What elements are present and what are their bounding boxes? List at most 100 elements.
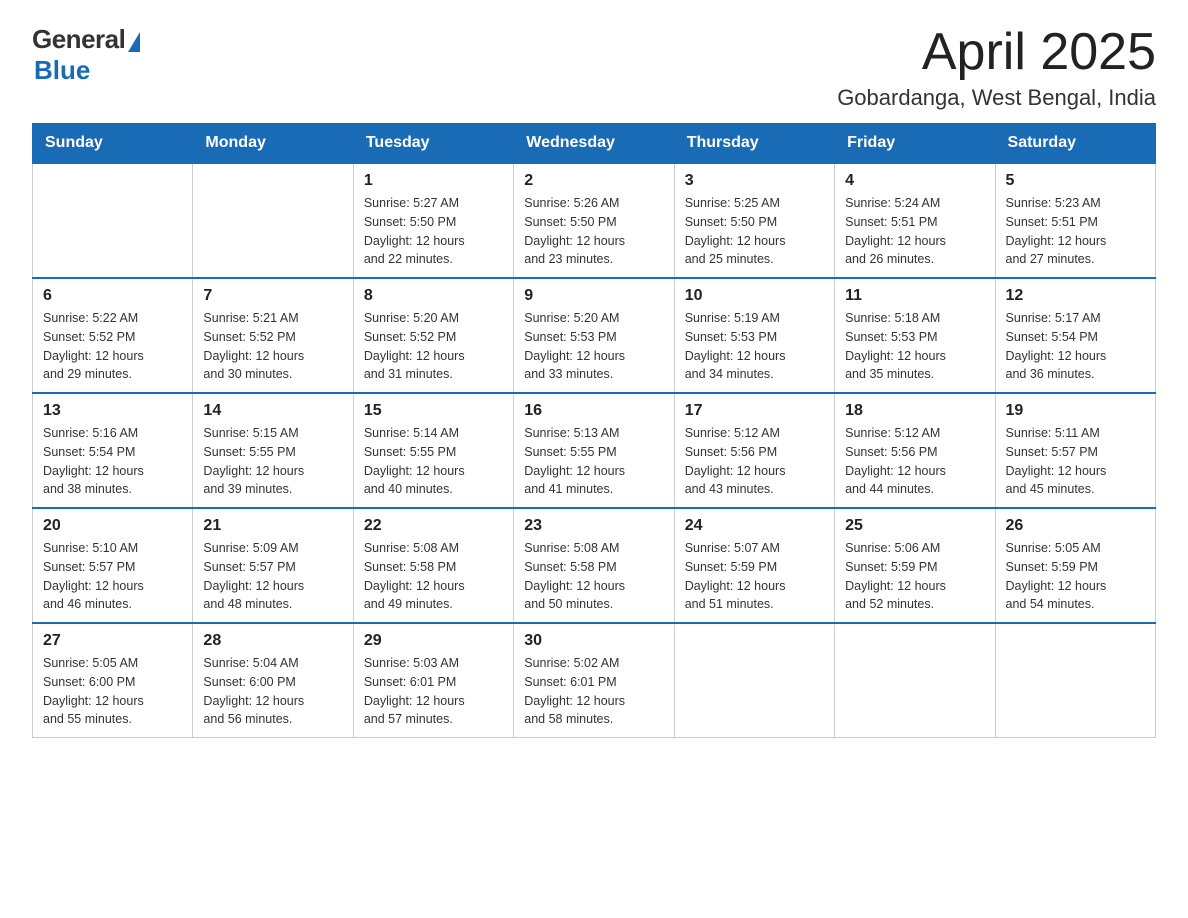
calendar-table: SundayMondayTuesdayWednesdayThursdayFrid… [32,123,1156,738]
day-number: 30 [524,632,663,650]
day-number: 24 [685,517,824,535]
calendar-cell: 30 Sunrise: 5:02 AM Sunset: 6:01 PM Dayli… [514,623,674,738]
calendar-header-wednesday: Wednesday [514,124,674,164]
day-info: Sunrise: 5:26 AM Sunset: 5:50 PM Dayligh… [524,194,663,269]
day-info: Sunrise: 5:25 AM Sunset: 5:50 PM Dayligh… [685,194,824,269]
day-info: Sunrise: 5:08 AM Sunset: 5:58 PM Dayligh… [524,539,663,614]
logo: General Blue [32,24,140,86]
calendar-cell [835,623,995,738]
calendar-header-friday: Friday [835,124,995,164]
day-info: Sunrise: 5:15 AM Sunset: 5:55 PM Dayligh… [203,424,342,499]
day-info: Sunrise: 5:02 AM Sunset: 6:01 PM Dayligh… [524,654,663,729]
calendar-cell: 28Sunrise: 5:04 AM Sunset: 6:00 PM Dayli… [193,623,353,738]
calendar-header-thursday: Thursday [674,124,834,164]
calendar-cell: 29 Sunrise: 5:03 AM Sunset: 6:01 PM Dayli… [353,623,513,738]
day-number: 8 [364,287,503,305]
day-info: Sunrise: 5:24 AM Sunset: 5:51 PM Dayligh… [845,194,984,269]
day-number: 25 [845,517,984,535]
calendar-cell: 26 Sunrise: 5:05 AM Sunset: 5:59 PM Dayli… [995,508,1155,623]
calendar-header-row: SundayMondayTuesdayWednesdayThursdayFrid… [33,124,1156,164]
calendar-cell [193,163,353,278]
calendar-week-row: 6 Sunrise: 5:22 AM Sunset: 5:52 PM Daylig… [33,278,1156,393]
logo-general-text: General [32,24,125,55]
day-info: Sunrise: 5:17 AM Sunset: 5:54 PM Dayligh… [1006,309,1145,384]
day-info: Sunrise: 5:21 AM Sunset: 5:52 PM Dayligh… [203,309,342,384]
logo-blue-text: Blue [34,55,90,86]
day-info: Sunrise: 5:11 AM Sunset: 5:57 PM Dayligh… [1006,424,1145,499]
calendar-cell: 24 Sunrise: 5:07 AM Sunset: 5:59 PM Dayli… [674,508,834,623]
calendar-cell: 6 Sunrise: 5:22 AM Sunset: 5:52 PM Daylig… [33,278,193,393]
calendar-cell [674,623,834,738]
day-info: Sunrise: 5:08 AM Sunset: 5:58 PM Dayligh… [364,539,503,614]
calendar-cell: 21 Sunrise: 5:09 AM Sunset: 5:57 PM Dayli… [193,508,353,623]
calendar-cell [995,623,1155,738]
day-info: Sunrise: 5:20 AM Sunset: 5:53 PM Dayligh… [524,309,663,384]
day-info: Sunrise: 5:27 AM Sunset: 5:50 PM Dayligh… [364,194,503,269]
day-number: 16 [524,402,663,420]
day-number: 29 [364,632,503,650]
day-info: Sunrise: 5:07 AM Sunset: 5:59 PM Dayligh… [685,539,824,614]
calendar-header-sunday: Sunday [33,124,193,164]
day-number: 2 [524,172,663,190]
day-number: 6 [43,287,182,305]
logo-triangle-icon [128,32,140,52]
day-info: Sunrise: 5:10 AM Sunset: 5:57 PM Dayligh… [43,539,182,614]
calendar-cell: 11Sunrise: 5:18 AM Sunset: 5:53 PM Dayli… [835,278,995,393]
calendar-cell: 2 Sunrise: 5:26 AM Sunset: 5:50 PM Daylig… [514,163,674,278]
day-number: 11 [845,287,984,305]
day-info: Sunrise: 5:20 AM Sunset: 5:52 PM Dayligh… [364,309,503,384]
day-info: Sunrise: 5:09 AM Sunset: 5:57 PM Dayligh… [203,539,342,614]
calendar-header-monday: Monday [193,124,353,164]
day-info: Sunrise: 5:22 AM Sunset: 5:52 PM Dayligh… [43,309,182,384]
day-number: 19 [1006,402,1145,420]
calendar-cell: 9Sunrise: 5:20 AM Sunset: 5:53 PM Daylig… [514,278,674,393]
calendar-cell: 18Sunrise: 5:12 AM Sunset: 5:56 PM Dayli… [835,393,995,508]
calendar-cell: 7 Sunrise: 5:21 AM Sunset: 5:52 PM Daylig… [193,278,353,393]
title-section: April 2025 Gobardanga, West Bengal, Indi… [837,24,1156,111]
day-number: 22 [364,517,503,535]
calendar-cell: 27 Sunrise: 5:05 AM Sunset: 6:00 PM Dayli… [33,623,193,738]
day-number: 15 [364,402,503,420]
calendar-cell: 20 Sunrise: 5:10 AM Sunset: 5:57 PM Dayli… [33,508,193,623]
day-number: 21 [203,517,342,535]
calendar-cell: 23 Sunrise: 5:08 AM Sunset: 5:58 PM Dayli… [514,508,674,623]
day-number: 27 [43,632,182,650]
calendar-cell: 25 Sunrise: 5:06 AM Sunset: 5:59 PM Dayli… [835,508,995,623]
day-info: Sunrise: 5:23 AM Sunset: 5:51 PM Dayligh… [1006,194,1145,269]
day-number: 18 [845,402,984,420]
day-number: 20 [43,517,182,535]
day-number: 4 [845,172,984,190]
calendar-cell: 5 Sunrise: 5:23 AM Sunset: 5:51 PM Daylig… [995,163,1155,278]
calendar-header-tuesday: Tuesday [353,124,513,164]
day-info: Sunrise: 5:13 AM Sunset: 5:55 PM Dayligh… [524,424,663,499]
page-header: General Blue April 2025 Gobardanga, West… [32,24,1156,111]
calendar-cell: 22 Sunrise: 5:08 AM Sunset: 5:58 PM Dayli… [353,508,513,623]
calendar-cell: 16 Sunrise: 5:13 AM Sunset: 5:55 PM Dayli… [514,393,674,508]
location-title: Gobardanga, West Bengal, India [837,85,1156,111]
calendar-week-row: 20 Sunrise: 5:10 AM Sunset: 5:57 PM Dayli… [33,508,1156,623]
calendar-cell: 13 Sunrise: 5:16 AM Sunset: 5:54 PM Dayli… [33,393,193,508]
day-number: 5 [1006,172,1145,190]
day-info: Sunrise: 5:03 AM Sunset: 6:01 PM Dayligh… [364,654,503,729]
calendar-cell: 15 Sunrise: 5:14 AM Sunset: 5:55 PM Dayli… [353,393,513,508]
calendar-cell: 14 Sunrise: 5:15 AM Sunset: 5:55 PM Dayli… [193,393,353,508]
calendar-cell: 17Sunrise: 5:12 AM Sunset: 5:56 PM Dayli… [674,393,834,508]
calendar-cell: 4 Sunrise: 5:24 AM Sunset: 5:51 PM Daylig… [835,163,995,278]
calendar-header-saturday: Saturday [995,124,1155,164]
calendar-cell: 12 Sunrise: 5:17 AM Sunset: 5:54 PM Dayli… [995,278,1155,393]
day-info: Sunrise: 5:14 AM Sunset: 5:55 PM Dayligh… [364,424,503,499]
day-info: Sunrise: 5:06 AM Sunset: 5:59 PM Dayligh… [845,539,984,614]
day-info: Sunrise: 5:05 AM Sunset: 5:59 PM Dayligh… [1006,539,1145,614]
calendar-week-row: 13 Sunrise: 5:16 AM Sunset: 5:54 PM Dayli… [33,393,1156,508]
calendar-cell: 19 Sunrise: 5:11 AM Sunset: 5:57 PM Dayli… [995,393,1155,508]
day-number: 14 [203,402,342,420]
day-number: 13 [43,402,182,420]
day-number: 12 [1006,287,1145,305]
day-info: Sunrise: 5:12 AM Sunset: 5:56 PM Dayligh… [685,424,824,499]
day-number: 26 [1006,517,1145,535]
day-info: Sunrise: 5:16 AM Sunset: 5:54 PM Dayligh… [43,424,182,499]
day-info: Sunrise: 5:05 AM Sunset: 6:00 PM Dayligh… [43,654,182,729]
day-number: 28 [203,632,342,650]
day-number: 23 [524,517,663,535]
day-number: 7 [203,287,342,305]
